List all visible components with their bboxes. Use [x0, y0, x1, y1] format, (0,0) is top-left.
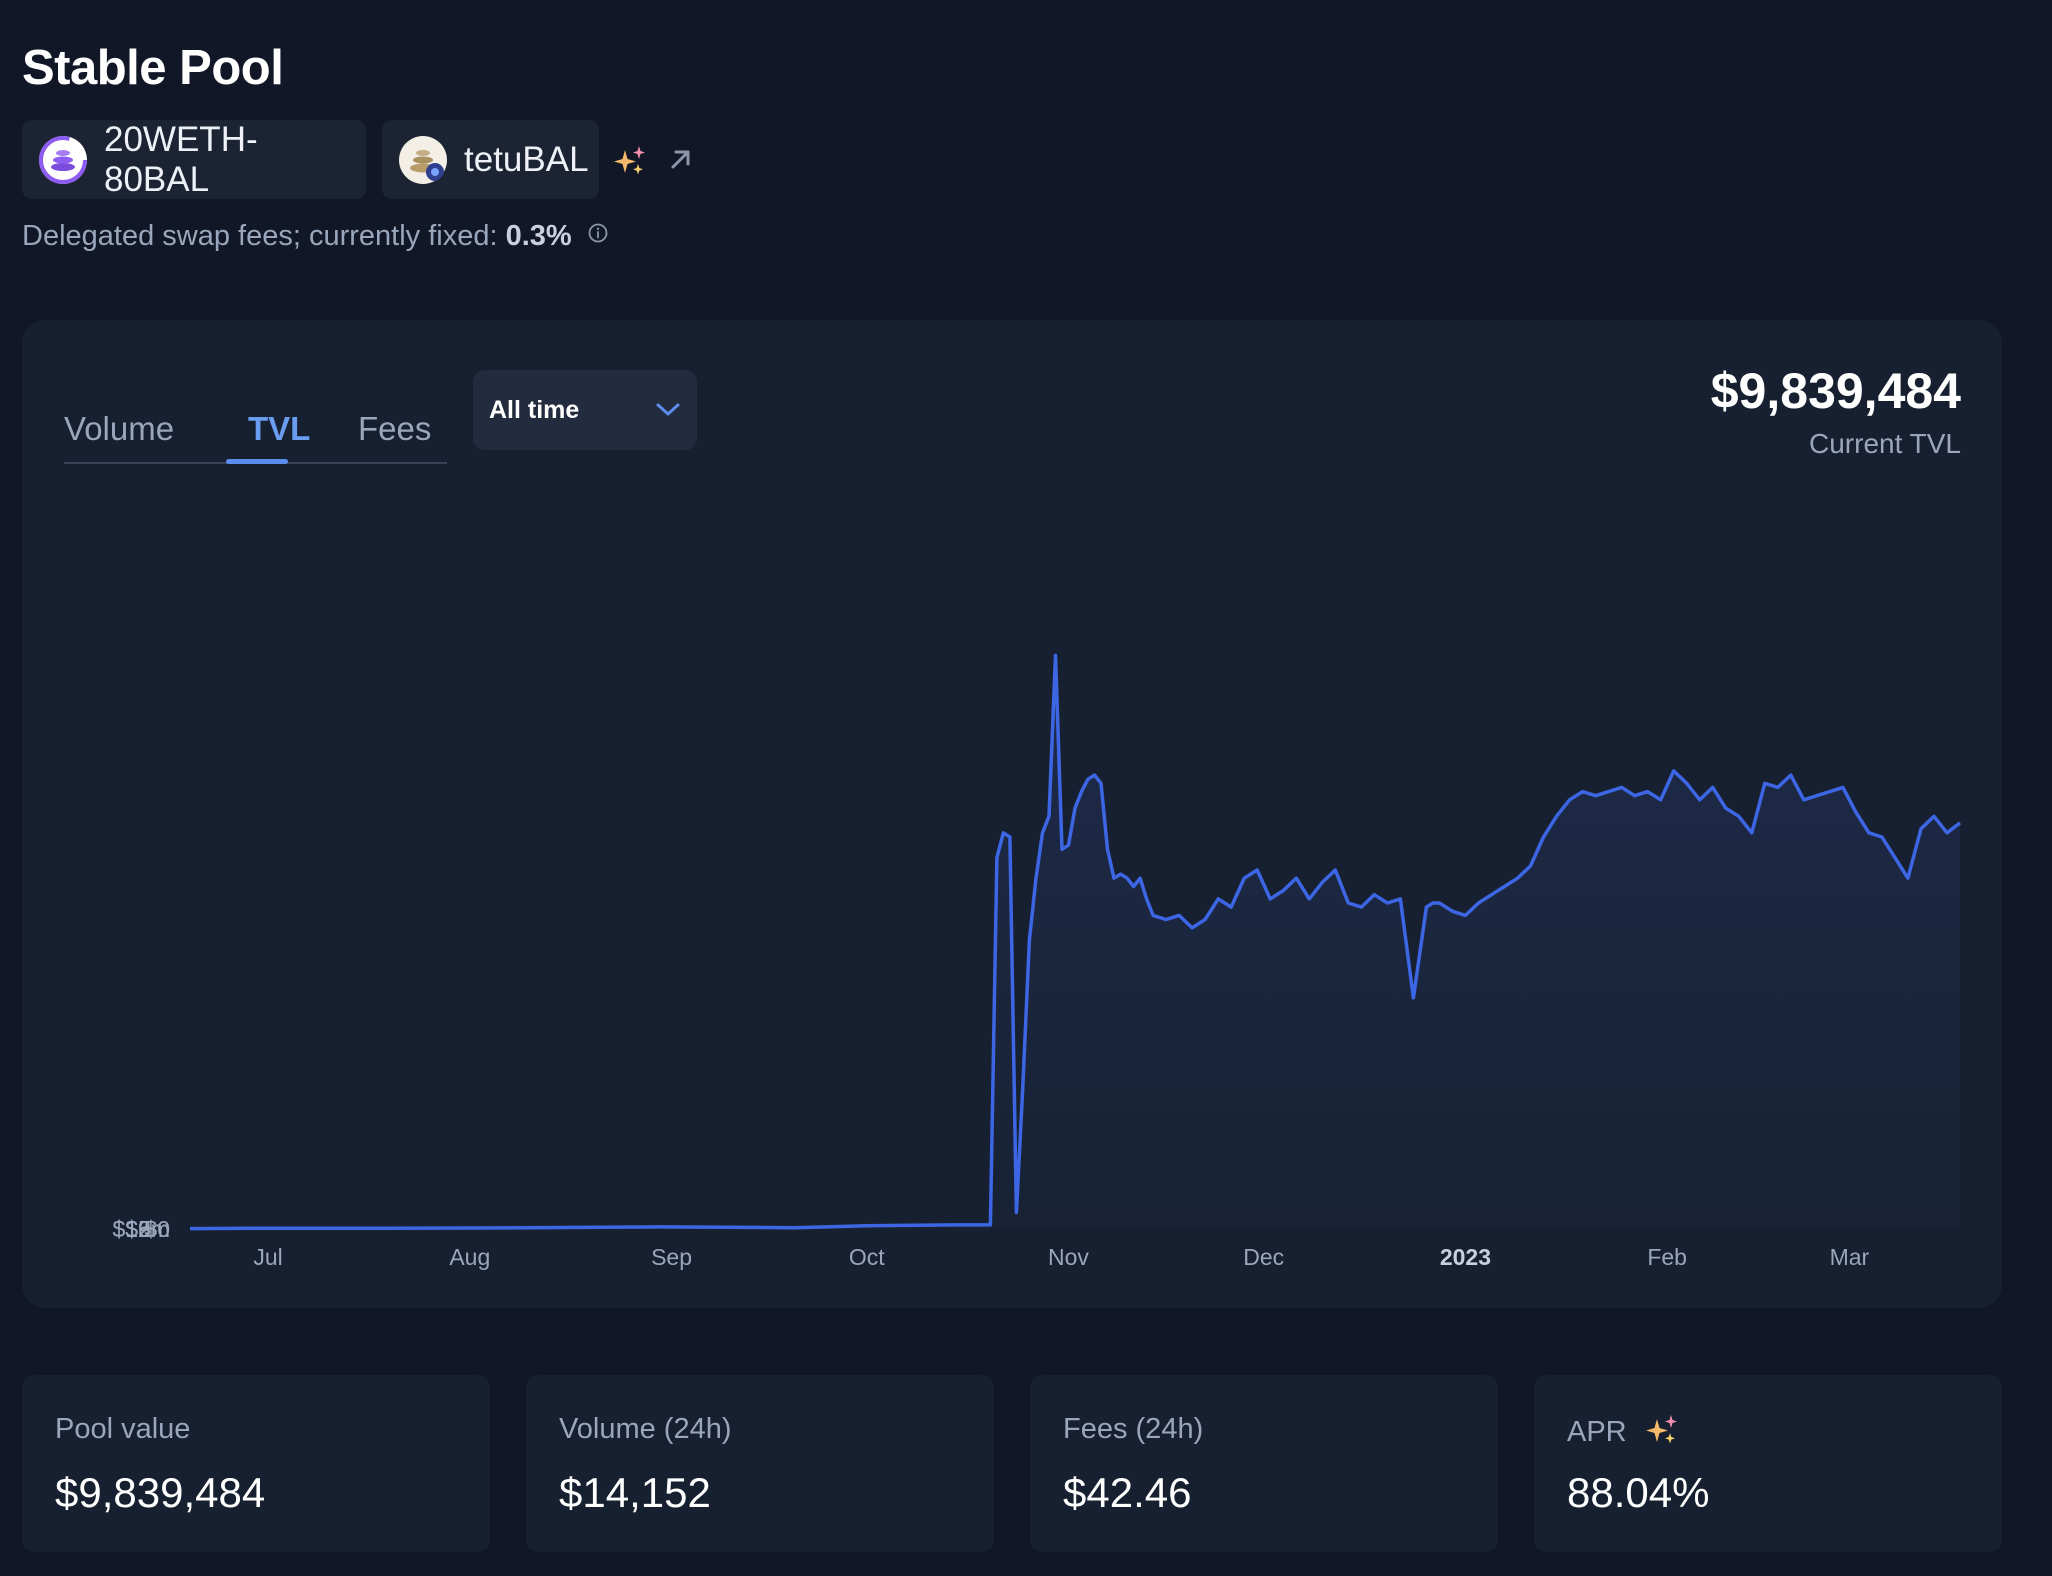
- info-icon[interactable]: [588, 223, 608, 243]
- token-label: 20WETH-80BAL: [104, 119, 258, 199]
- x-tick-label: Feb: [1647, 1244, 1687, 1270]
- token-label: tetuBAL: [464, 139, 589, 179]
- x-tick-label: Sep: [651, 1244, 692, 1270]
- x-tick-label: Dec: [1243, 1244, 1284, 1270]
- stat-label: APR: [1567, 1413, 1679, 1449]
- stat-card-fees-24h: Fees (24h) $42.46: [1030, 1375, 1498, 1552]
- stat-card-pool-value: Pool value $9,839,484: [22, 1375, 490, 1552]
- x-tick-label: 2023: [1440, 1244, 1491, 1270]
- tvl-area: [190, 655, 1960, 1229]
- x-tick-label: Aug: [449, 1244, 490, 1270]
- page-title: Stable Pool: [22, 41, 284, 95]
- token-chip-20weth-80bal[interactable]: 20WETH-80BAL: [22, 120, 366, 199]
- swap-fee-info: Delegated swap fees; currently fixed: 0.…: [22, 220, 608, 253]
- stat-label: Volume (24h): [559, 1413, 732, 1445]
- sparkles-icon[interactable]: [1645, 1413, 1679, 1447]
- tvl-chart[interactable]: $0$3m$6m$9m$12m$15m Jul Aug Sep Oct Nov Dec 20…: [22, 320, 2002, 1308]
- stat-label: Fees (24h): [1063, 1413, 1204, 1445]
- x-tick-label: Mar: [1830, 1244, 1870, 1270]
- stat-card-apr: APR 88.04%: [1534, 1375, 2002, 1552]
- stat-value: $42.46: [1063, 1469, 1192, 1516]
- external-link-icon[interactable]: [664, 142, 698, 176]
- x-tick-label: Nov: [1048, 1244, 1089, 1270]
- stat-value: $14,152: [559, 1469, 711, 1516]
- swap-fee-value: 0.3%: [505, 220, 572, 252]
- stat-value: $9,839,484: [55, 1469, 266, 1516]
- chart-card: Volume TVL Fees All time $9,839,484 Curr…: [22, 320, 2002, 1308]
- token-chip-tetubal[interactable]: tetuBAL: [382, 120, 599, 199]
- stat-card-volume-24h: Volume (24h) $14,152: [526, 1375, 994, 1552]
- swap-fee-text: Delegated swap fees; currently fixed:: [22, 220, 506, 252]
- sparkles-icon: [614, 146, 645, 175]
- stat-value: 88.04%: [1567, 1469, 1710, 1516]
- y-tick-label: $15m: [112, 1216, 170, 1242]
- x-tick-label: Jul: [253, 1244, 282, 1270]
- balancer-pool-token-icon: [39, 135, 87, 184]
- x-tick-label: Oct: [849, 1244, 885, 1270]
- apr-label: APR: [1567, 1416, 1627, 1448]
- stat-label: Pool value: [55, 1413, 191, 1445]
- tetu-token-icon: [399, 135, 447, 184]
